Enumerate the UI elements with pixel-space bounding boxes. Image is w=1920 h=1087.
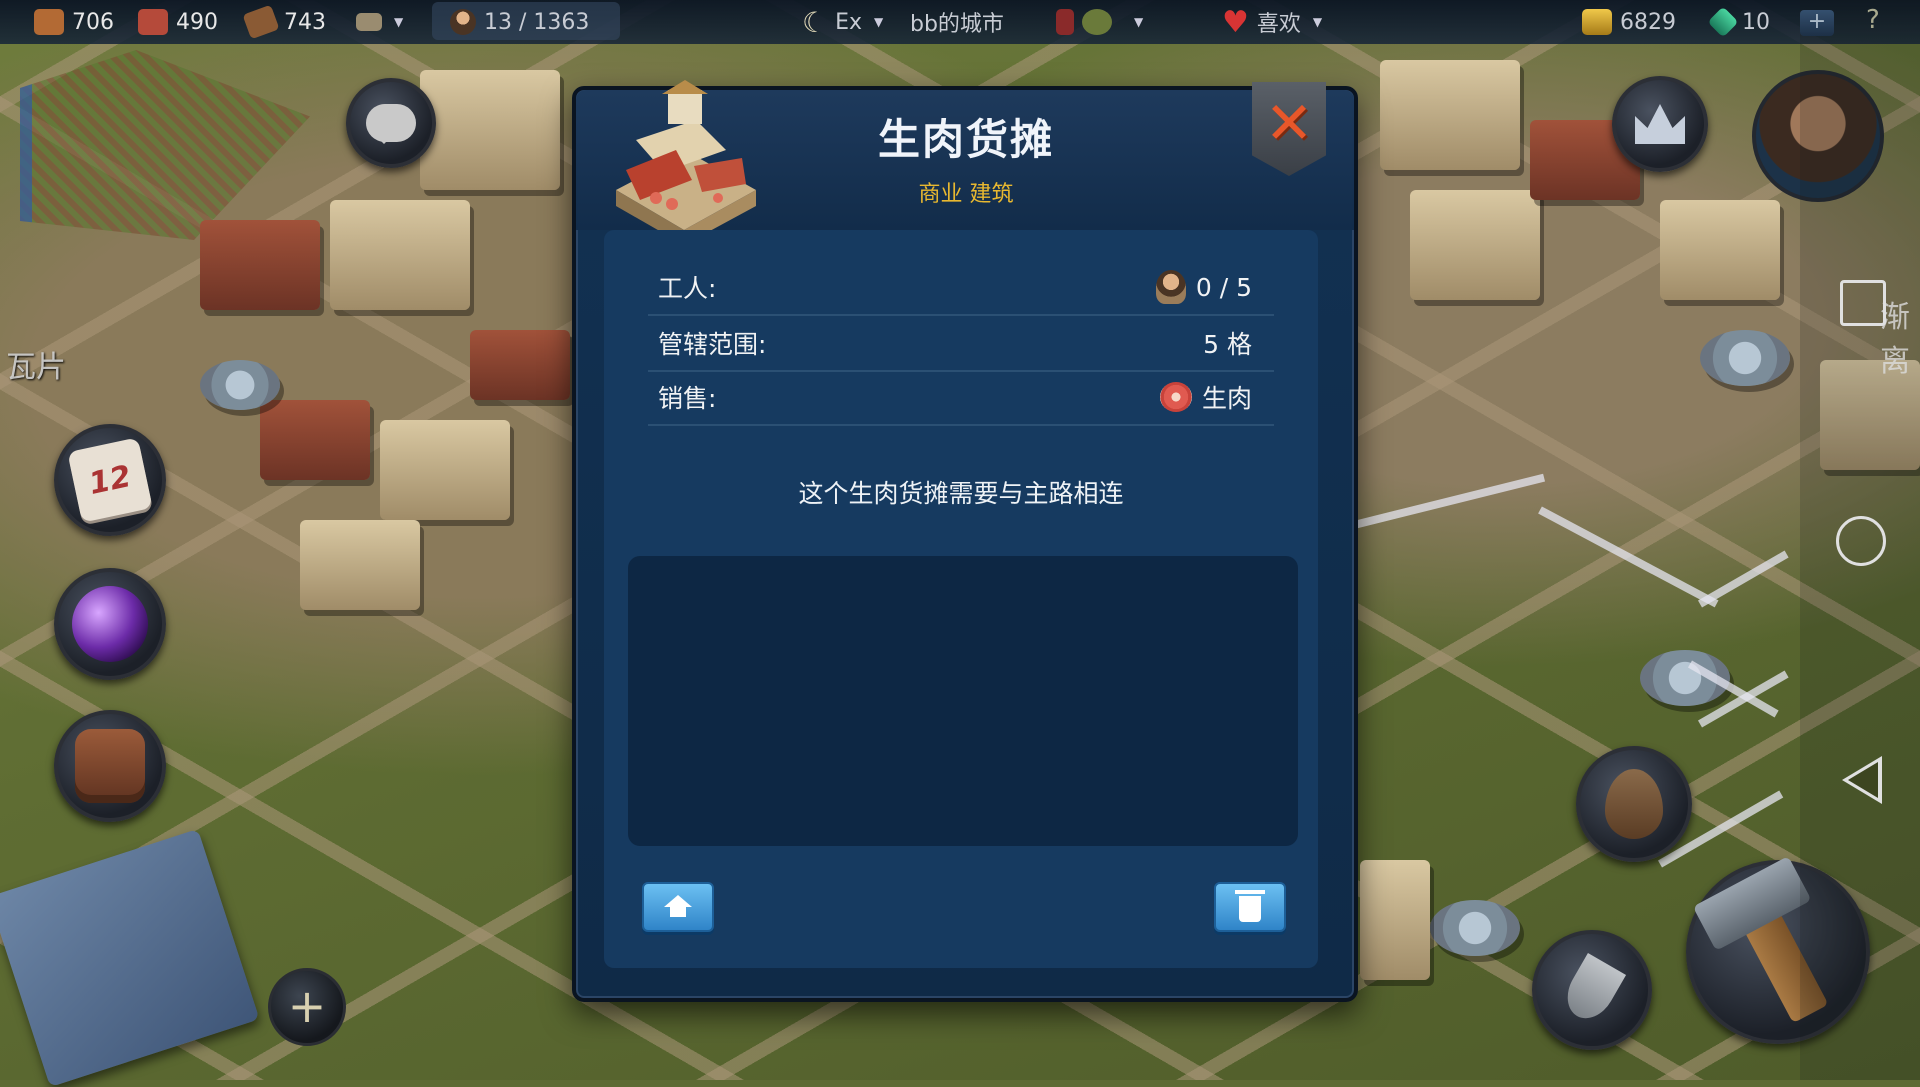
gold[interactable]: 6829 <box>1582 0 1676 44</box>
boundary-line <box>1538 506 1719 608</box>
map-fountain[interactable] <box>200 360 280 410</box>
warehouse-button[interactable] <box>642 882 714 932</box>
building-info-dialog: 生肉货摊 商业 建筑 ✕ 工人: 0 / 5 管辖范围: 5 格 销售: 生肉 … <box>572 80 1358 1002</box>
map-building[interactable] <box>200 220 320 310</box>
wine-icon <box>1056 9 1074 35</box>
worker-icon <box>1155 270 1186 304</box>
population-value: 13 / 1363 <box>484 9 590 35</box>
map-building[interactable] <box>1360 860 1430 980</box>
mood-label: 喜欢 <box>1256 12 1301 37</box>
resource-bar: 706 490 743 ▼ 13 / 1363 ☾ Ex ▼ bb的城市 ▼ ♥… <box>0 0 1920 44</box>
map-building[interactable] <box>420 70 560 190</box>
details-empty-area <box>628 556 1298 846</box>
map-building[interactable] <box>1660 200 1780 300</box>
minimap[interactable] <box>20 50 310 240</box>
map-building[interactable] <box>470 330 570 400</box>
inventory-button[interactable] <box>54 710 166 822</box>
chat-bubble-icon <box>366 104 416 144</box>
log-icon <box>242 4 280 40</box>
back-nav-button[interactable] <box>1842 756 1882 804</box>
gold-icon <box>1582 9 1612 35</box>
boundary-line <box>1698 550 1789 608</box>
goods-dropdown[interactable]: ▼ <box>1056 0 1143 44</box>
chevron-down-icon: ▼ <box>1134 15 1144 29</box>
info-label: 工人: <box>658 274 717 303</box>
info-value: 5 格 <box>1203 330 1252 359</box>
chat-button[interactable] <box>346 78 436 168</box>
road-connection-notice: 这个生肉货摊需要与主路相连 <box>798 479 1124 508</box>
info-value: 生肉 <box>1201 384 1252 413</box>
info-row-workers: 工人: 0 / 5 <box>648 260 1274 316</box>
dialog-subtitle: 商业 建筑 <box>918 182 1014 207</box>
stack-icon <box>356 13 382 31</box>
resource-value: 706 <box>72 9 114 35</box>
resource-brick[interactable]: 490 <box>138 0 218 44</box>
shovel-icon <box>1557 953 1627 1027</box>
mood-dropdown[interactable]: ♥ 喜欢 ▼ <box>1222 0 1322 44</box>
delete-building-button[interactable] <box>1214 882 1286 932</box>
citizen-icon <box>450 9 476 35</box>
map-building[interactable] <box>330 200 470 310</box>
chevron-down-icon: ▼ <box>874 15 884 29</box>
trash-icon <box>1235 890 1265 922</box>
chevron-down-icon: ▼ <box>394 15 404 29</box>
info-label: 销售: <box>658 384 717 413</box>
resource-value: 490 <box>176 9 218 35</box>
info-value: 0 / 5 <box>1195 272 1252 302</box>
moon-icon: ☾ <box>802 5 828 39</box>
gold-value: 6829 <box>1620 9 1676 35</box>
resource-log[interactable]: 743 <box>242 0 326 44</box>
recent-apps-button[interactable] <box>1840 280 1886 326</box>
meat-icon <box>1159 382 1192 412</box>
map-fountain[interactable] <box>1430 900 1520 956</box>
close-icon: ✕ <box>1264 89 1314 157</box>
resource-more-dropdown[interactable]: ▼ <box>356 0 403 44</box>
difficulty-label: Ex <box>835 9 863 35</box>
brick-icon <box>138 9 168 35</box>
map-edge-label: 渐离 <box>1880 300 1910 379</box>
resource-wood-crate[interactable]: 706 <box>34 0 114 44</box>
map-building[interactable] <box>300 520 420 610</box>
gems[interactable]: 10 <box>1707 0 1770 44</box>
home-nav-button[interactable] <box>1836 516 1886 566</box>
gems-value: 10 <box>1742 9 1770 35</box>
warehouse-icon <box>664 895 692 919</box>
difficulty-dropdown[interactable]: ☾ Ex ▼ <box>802 0 883 44</box>
terrain-button[interactable] <box>1576 746 1692 862</box>
heart-icon: ♥ <box>1222 4 1249 40</box>
population[interactable]: 13 / 1363 <box>450 0 589 44</box>
terrain-icon <box>1605 769 1663 839</box>
city-name[interactable]: bb的城市 <box>910 0 1004 44</box>
boundary-line <box>1349 473 1546 530</box>
chevron-down-icon: ▼ <box>1312 15 1323 29</box>
map-building[interactable] <box>380 420 510 520</box>
info-row-sales: 销售: 生肉 <box>648 370 1274 426</box>
crown-icon <box>1635 104 1685 144</box>
info-row-range: 管辖范围: 5 格 <box>648 316 1274 372</box>
map-edge-label: 瓦片 <box>6 350 66 385</box>
dialog-title: 生肉货摊 <box>877 115 1054 164</box>
olive-icon <box>1082 9 1112 35</box>
calendar-icon: 12 <box>67 437 153 523</box>
kingdom-button[interactable] <box>1612 76 1708 172</box>
calendar-button[interactable]: 12 <box>54 424 166 536</box>
map-building[interactable] <box>1410 190 1540 300</box>
backpack-icon <box>75 729 145 803</box>
resource-value: 743 <box>284 9 326 35</box>
city-name-label: bb的城市 <box>910 12 1004 37</box>
map-building[interactable] <box>1380 60 1520 170</box>
magic-potion-button[interactable] <box>54 568 166 680</box>
demolish-shovel-button[interactable] <box>1532 930 1652 1050</box>
meat-stall-building-icon <box>616 80 756 245</box>
add-button[interactable]: + <box>268 968 346 1046</box>
gem-icon <box>1707 6 1739 38</box>
potion-orb-icon <box>72 586 148 662</box>
map-fountain[interactable] <box>1700 330 1790 386</box>
map-building[interactable] <box>260 400 370 480</box>
crate-icon <box>34 9 64 35</box>
info-label: 管辖范围: <box>658 330 767 359</box>
